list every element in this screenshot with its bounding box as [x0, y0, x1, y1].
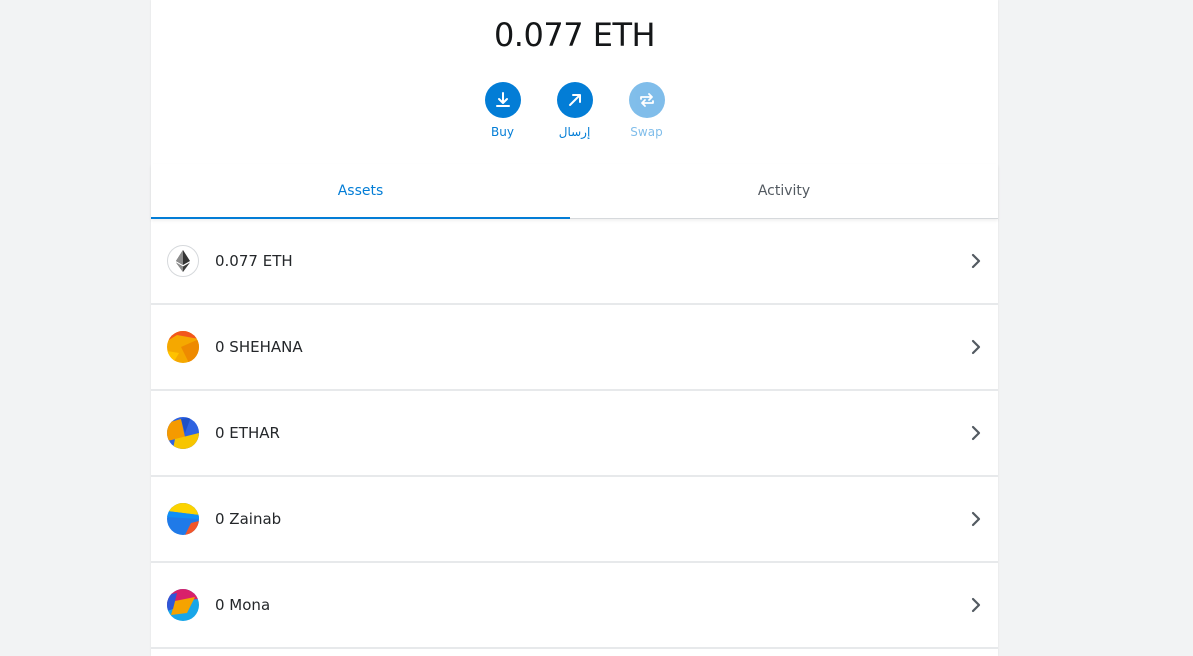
wallet-actions: Buy إرسال Swap [151, 82, 998, 139]
asset-row-mona[interactable]: 0 Mona [151, 563, 998, 649]
token-identicon [167, 589, 199, 621]
chevron-right-icon [971, 511, 981, 527]
tab-activity[interactable]: Activity [570, 164, 998, 218]
wallet-panel: 0.077 ETH Buy إرسال Swap Assets Activity… [151, 0, 998, 656]
download-icon [495, 92, 510, 107]
asset-balance: 0.077 ETH [215, 252, 293, 270]
token-identicon [167, 503, 199, 535]
asset-row-zainab[interactable]: 0 Zainab [151, 477, 998, 563]
chevron-right-icon [971, 253, 981, 269]
asset-balance: 0 Zainab [215, 510, 282, 528]
buy-label: Buy [491, 125, 514, 139]
chevron-right-icon [971, 597, 981, 613]
chevron-right-icon [971, 339, 981, 355]
swap-label: Swap [630, 125, 663, 139]
swap-icon [639, 93, 654, 107]
send-button-circle[interactable] [556, 82, 593, 118]
send-button[interactable]: إرسال [556, 82, 593, 139]
tab-assets[interactable]: Assets [151, 164, 570, 219]
asset-balance: 0 Mona [215, 596, 271, 614]
asset-balance: 0 ETHAR [215, 424, 280, 442]
send-label: إرسال [558, 125, 591, 139]
asset-list: 0.077 ETH 0 SHEHANA 0 ETHAR 0 Zainab 0 M… [151, 219, 998, 649]
asset-row-eth[interactable]: 0.077 ETH [151, 219, 998, 305]
swap-button-circle[interactable] [628, 82, 665, 118]
token-identicon [167, 417, 199, 449]
ethereum-icon [167, 245, 199, 277]
buy-button-circle[interactable] [484, 82, 521, 118]
chevron-right-icon [971, 425, 981, 441]
token-identicon [167, 331, 199, 363]
buy-button[interactable]: Buy [484, 82, 521, 139]
arrow-up-right-icon [568, 94, 581, 106]
account-balance: 0.077 ETH [493, 16, 656, 54]
tab-bar: Assets Activity [151, 164, 998, 219]
swap-button[interactable]: Swap [628, 82, 665, 139]
asset-row-shehana[interactable]: 0 SHEHANA [151, 305, 998, 391]
asset-row-ethar[interactable]: 0 ETHAR [151, 391, 998, 477]
asset-balance: 0 SHEHANA [215, 338, 303, 356]
